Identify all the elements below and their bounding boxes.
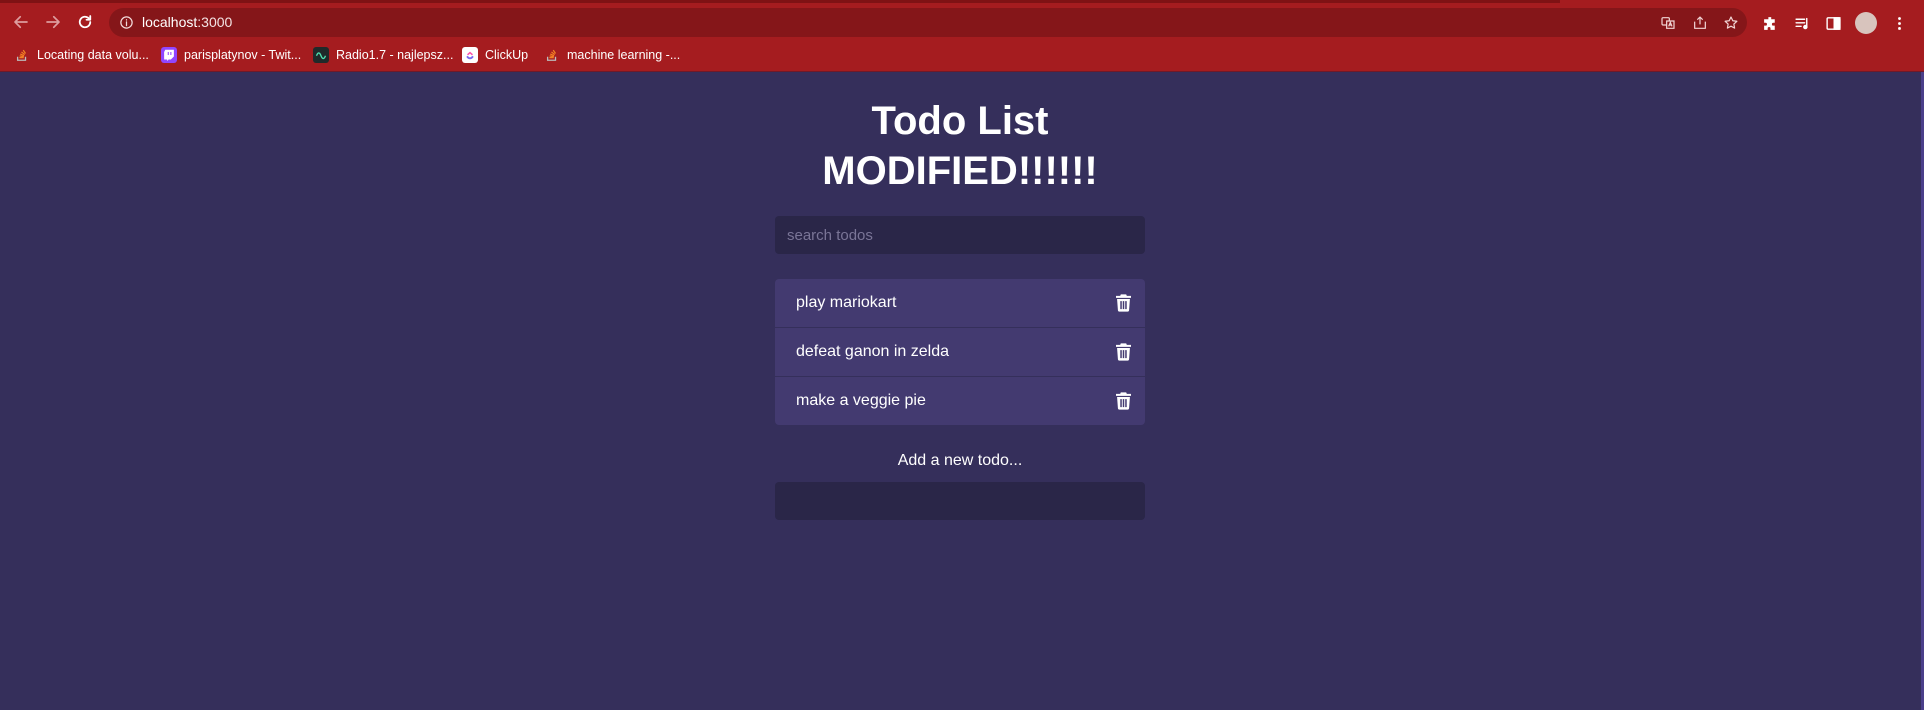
translate-icon[interactable] [1657, 12, 1679, 34]
side-panel-icon[interactable] [1822, 12, 1844, 34]
forward-icon[interactable] [40, 9, 66, 35]
browser-chrome: localhost:3000 Locating data volu... par… [0, 0, 1924, 72]
bookmark-label: ClickUp [485, 48, 529, 62]
todo-item: defeat ganon in zelda [775, 328, 1145, 376]
todo-text: make a veggie pie [796, 392, 926, 409]
bookmark-item[interactable]: ClickUp [462, 45, 528, 65]
bookmark-label: Radio1.7 - najlepsz... [336, 48, 454, 62]
search-input[interactable] [775, 216, 1145, 254]
browser-toolbar: localhost:3000 [0, 3, 1924, 39]
radio-icon [313, 47, 329, 63]
url-port: :3000 [197, 14, 233, 30]
trash-icon[interactable] [1113, 391, 1133, 411]
todo-text: play mariokart [796, 294, 897, 311]
bookmark-item[interactable]: parisplatynov - Twit... [161, 45, 301, 65]
bookmark-item[interactable]: Radio1.7 - najlepsz... [313, 45, 453, 65]
trash-icon[interactable] [1113, 342, 1133, 362]
bookmark-item[interactable]: Locating data volu... [14, 45, 149, 65]
extensions-icon[interactable] [1759, 12, 1781, 34]
title-line-1: Todo List [871, 99, 1049, 143]
twitch-icon [161, 47, 177, 63]
menu-dots-icon[interactable] [1888, 12, 1910, 34]
page-title: Todo List MODIFIED!!!!!! [775, 96, 1145, 196]
back-icon[interactable] [8, 9, 34, 35]
bookmarks-bar: Locating data volu... parisplatynov - Tw… [0, 41, 1924, 69]
bookmark-label: Locating data volu... [37, 48, 149, 62]
address-bar[interactable]: localhost:3000 [109, 8, 1747, 37]
todo-list: play mariokart defeat ganon in zelda mak… [775, 279, 1145, 425]
stackoverflow-icon [14, 47, 30, 63]
add-todo-input[interactable] [775, 482, 1145, 520]
reading-list-icon[interactable] [1791, 12, 1813, 34]
url-text[interactable]: localhost:3000 [142, 14, 232, 30]
bookmark-item[interactable]: machine learning -... [544, 45, 680, 65]
share-icon[interactable] [1689, 12, 1711, 34]
todo-item: make a veggie pie [775, 377, 1145, 425]
todo-app: Todo List MODIFIED!!!!!! play mariokart … [775, 96, 1145, 520]
profile-avatar[interactable] [1855, 12, 1877, 34]
title-line-2: MODIFIED!!!!!! [822, 149, 1098, 193]
stackoverflow-icon [544, 47, 560, 63]
reload-icon[interactable] [72, 9, 98, 35]
bookmark-label: parisplatynov - Twit... [184, 48, 302, 62]
todo-text: defeat ganon in zelda [796, 343, 950, 360]
site-info-icon[interactable] [118, 14, 135, 31]
clickup-icon [462, 47, 478, 63]
trash-icon[interactable] [1113, 293, 1133, 313]
todo-item: play mariokart [775, 279, 1145, 327]
bookmark-star-icon[interactable] [1720, 12, 1742, 34]
chrome-divider [0, 71, 1924, 72]
bookmark-label: machine learning -... [567, 48, 681, 62]
url-host: localhost [142, 14, 198, 30]
add-todo-label: Add a new todo... [897, 452, 1023, 469]
